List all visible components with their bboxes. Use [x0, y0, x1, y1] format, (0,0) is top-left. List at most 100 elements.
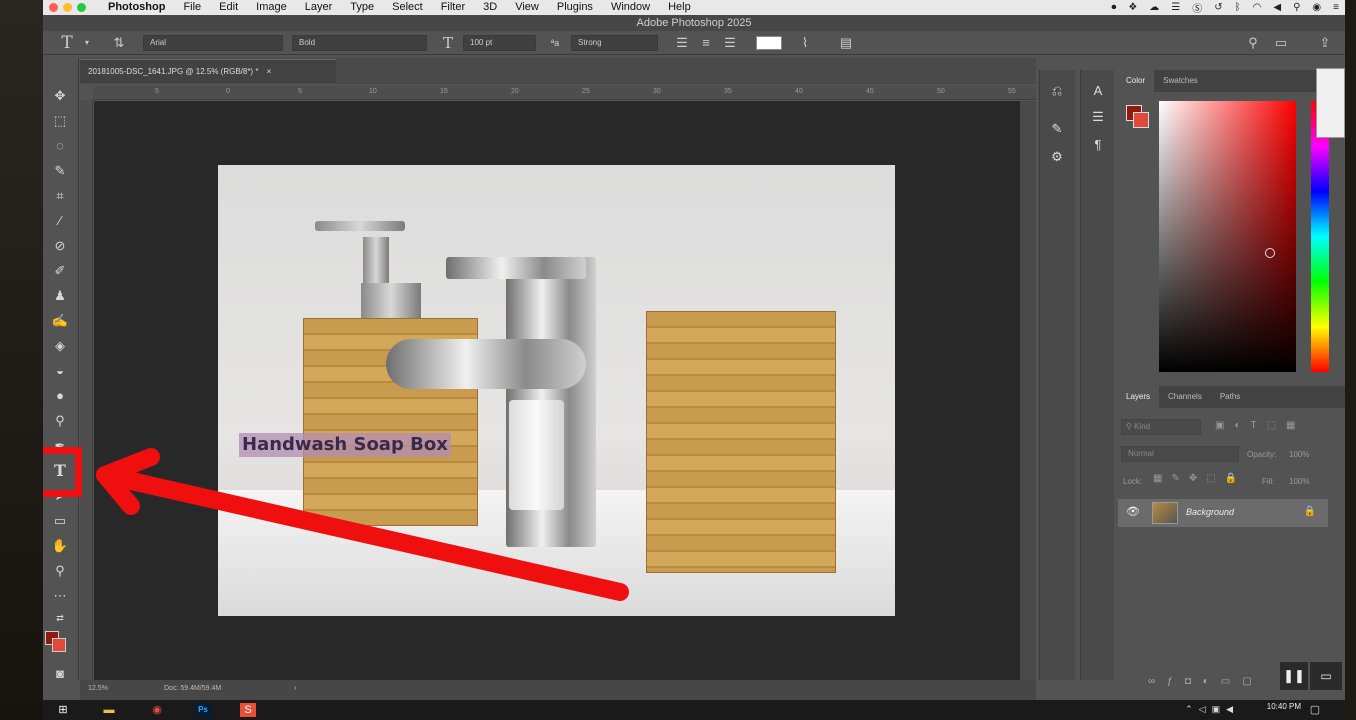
time-machine-icon[interactable]: ↺	[1214, 2, 1222, 13]
menu-select[interactable]: Select	[383, 0, 432, 15]
menu-view[interactable]: View	[506, 0, 548, 15]
background-color-swatch[interactable]	[52, 638, 66, 652]
skype-icon[interactable]: Ⓢ	[1192, 0, 1202, 15]
align-right-icon[interactable]: ☰	[722, 35, 738, 51]
bluetooth-icon[interactable]: ᛒ	[1235, 2, 1241, 13]
eye-visibility-icon[interactable]: 👁	[1126, 505, 1140, 518]
zoom-window-button[interactable]	[77, 3, 86, 12]
menu-type[interactable]: Type	[341, 0, 383, 15]
anti-alias-select[interactable]: Strong	[571, 35, 658, 51]
layers-panel-footer-icons[interactable]: ∞ƒ◘◐▭▢	[1148, 676, 1264, 687]
layer-filter-icons[interactable]: ▣◐T⬚▦	[1215, 420, 1306, 431]
hue-slider[interactable]	[1311, 101, 1329, 372]
close-tab-icon[interactable]: ×	[267, 67, 272, 76]
warp-text-icon[interactable]: ⌇	[797, 35, 813, 51]
close-window-button[interactable]	[49, 3, 58, 12]
menu-help[interactable]: Help	[659, 0, 700, 15]
chevron-down-icon[interactable]: ▾	[79, 35, 95, 51]
zoom-level[interactable]: 12.5%	[88, 685, 108, 692]
search-icon[interactable]: ⚲	[1245, 35, 1261, 51]
eyedropper-tool-icon[interactable]: ⁄	[50, 211, 70, 231]
tab-swatches[interactable]: Swatches	[1154, 70, 1207, 92]
eraser-tool-icon[interactable]: ◈	[50, 336, 70, 356]
menu-layer[interactable]: Layer	[296, 0, 342, 15]
blur-tool-icon[interactable]: ●	[50, 386, 70, 406]
color-picker-field[interactable]	[1159, 101, 1296, 372]
menu-plugins[interactable]: Plugins	[548, 0, 602, 15]
menu-3d[interactable]: 3D	[474, 0, 506, 15]
taskbar-clock[interactable]: 10:40 PM	[1267, 702, 1301, 711]
windows-start-icon[interactable]: ⊞	[55, 703, 71, 717]
system-tray-icons[interactable]: ⌃◁▣◀	[1185, 704, 1239, 715]
file-explorer-icon[interactable]: ▬	[101, 703, 117, 717]
brush-tool-icon[interactable]: ✐	[50, 261, 70, 281]
volume-icon[interactable]: ◀	[1273, 2, 1281, 13]
layer-filter-kind[interactable]: ⚲ Kind	[1121, 419, 1201, 435]
record-icon[interactable]: ⏺	[1111, 2, 1116, 13]
dropbox-icon[interactable]: ❖	[1128, 2, 1137, 13]
crop-tool-icon[interactable]: ⌗	[50, 186, 70, 206]
menu-file[interactable]: File	[174, 0, 210, 15]
notification-center-icon[interactable]: ≡	[1333, 2, 1339, 13]
marquee-tool-icon[interactable]: ⬚	[50, 111, 70, 131]
tab-layers[interactable]: Layers	[1117, 386, 1160, 408]
pause-icon[interactable]: ❚❚	[1280, 662, 1308, 690]
menu-filter[interactable]: Filter	[432, 0, 474, 15]
menu-edit[interactable]: Edit	[210, 0, 247, 15]
share-icon[interactable]: ⇪	[1317, 35, 1333, 51]
dodge-tool-icon[interactable]: ⚲	[50, 411, 70, 431]
tab-channels[interactable]: Channels	[1159, 386, 1211, 408]
paint-bucket-tool-icon[interactable]: ◒	[50, 361, 70, 381]
text-orientation-icon[interactable]: ⇅	[111, 35, 127, 51]
brush-settings-icon[interactable]: ✎	[1048, 120, 1066, 138]
opacity-value[interactable]: 100%	[1289, 450, 1309, 459]
menu-app-name[interactable]: Photoshop	[99, 0, 174, 15]
lasso-tool-icon[interactable]: ◌	[50, 136, 70, 156]
character-panel-icon[interactable]: ▤	[838, 35, 854, 51]
wifi-icon[interactable]: ◠	[1253, 2, 1262, 13]
font-family-select[interactable]: Arial	[143, 35, 283, 51]
layer-name[interactable]: Background	[1186, 507, 1234, 517]
paragraph-panel-icon[interactable]: ¶	[1089, 136, 1107, 154]
character-panel-icon[interactable]: A	[1089, 82, 1107, 100]
spotlight-search-icon[interactable]: ⚲	[1293, 2, 1300, 13]
cloud-icon[interactable]: ☁	[1149, 2, 1159, 13]
paragraph-styles-icon[interactable]: ☰	[1089, 108, 1107, 126]
history-panel-icon[interactable]: ⎌	[1048, 82, 1066, 100]
move-tool-icon[interactable]: ✥	[50, 86, 70, 106]
history-brush-tool-icon[interactable]: ✍	[50, 311, 70, 331]
align-center-icon[interactable]: ≡	[698, 35, 714, 51]
quick-selection-tool-icon[interactable]: ✎	[50, 161, 70, 181]
list-icon[interactable]: ☰	[1171, 2, 1180, 13]
tab-color[interactable]: Color	[1117, 70, 1155, 92]
adjustments-icon[interactable]: ⚙	[1048, 148, 1066, 166]
minimize-window-button[interactable]	[63, 3, 72, 12]
healing-brush-tool-icon[interactable]: ⊘	[50, 236, 70, 256]
fill-value[interactable]: 100%	[1289, 477, 1309, 486]
blend-mode-select[interactable]: Normal	[1121, 446, 1239, 462]
menu-image[interactable]: Image	[247, 0, 296, 15]
color-picker-handle[interactable]	[1265, 248, 1275, 258]
photoshop-taskbar-icon[interactable]: Ps	[195, 703, 211, 717]
workspace-icon[interactable]: ▭	[1273, 35, 1289, 51]
quick-mask-icon[interactable]: ◙	[50, 664, 70, 684]
app-taskbar-icon[interactable]: S	[240, 703, 256, 717]
clone-stamp-tool-icon[interactable]: ♟	[50, 286, 70, 306]
siri-icon[interactable]: ◉	[1312, 2, 1321, 13]
lock-icons[interactable]: ▦✎✥⬚🔒	[1153, 473, 1246, 484]
font-size-select[interactable]: 100 pt	[463, 35, 536, 51]
align-left-icon[interactable]: ☰	[674, 35, 690, 51]
layer-row-background[interactable]: 👁 Background 🔒	[1118, 499, 1328, 527]
status-menu-chevron-icon[interactable]: ›	[294, 685, 296, 692]
tab-paths[interactable]: Paths	[1211, 386, 1249, 408]
type-tool-preset-icon[interactable]: T	[59, 35, 75, 52]
screen-icon[interactable]: ▭	[1310, 662, 1342, 690]
color-panel-background-swatch[interactable]	[1133, 112, 1149, 128]
text-color-swatch[interactable]	[756, 36, 782, 50]
action-center-icon[interactable]: ▢	[1307, 703, 1323, 717]
swap-colors-icon[interactable]: ⇄	[50, 608, 70, 628]
vertical-scrollbar[interactable]	[1020, 101, 1036, 680]
chrome-icon[interactable]: ◉	[149, 703, 165, 717]
menu-window[interactable]: Window	[602, 0, 659, 15]
font-style-select[interactable]: Bold	[292, 35, 427, 51]
